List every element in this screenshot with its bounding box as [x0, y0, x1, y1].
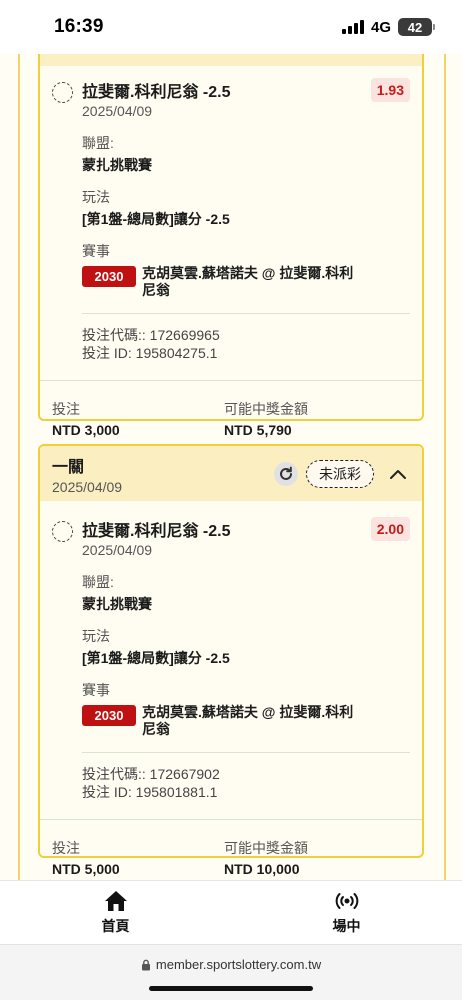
chevron-up-icon[interactable] [386, 462, 410, 486]
league-value: 蒙扎挑戰賽 [82, 157, 152, 173]
event-label: 賽事 [82, 682, 110, 698]
bet-date: 2025/04/09 [52, 478, 123, 495]
pending-status-icon [52, 521, 73, 542]
odds-badge: 2.00 [370, 517, 410, 541]
market-label: 玩法 [82, 189, 110, 205]
url-text: member.sportslottery.com.tw [155, 957, 322, 972]
payout-value: NTD 5,790 [224, 422, 292, 438]
home-icon [104, 891, 127, 911]
stake-summary: 投注 NTD 3,000 可能中獎金額 NTD 5,790 [40, 381, 422, 438]
card-header[interactable]: 一關 2025/04/09 未派彩 [40, 446, 422, 501]
bet-code: 投注代碼:: 172667902 [82, 766, 220, 782]
bottom-nav: 首頁 場中 [0, 880, 462, 944]
odds-badge: 1.93 [370, 78, 410, 102]
selection-date: 2025/04/09 [82, 542, 153, 558]
home-indicator[interactable] [149, 986, 313, 991]
payout-label: 可能中獎金額 [224, 401, 308, 417]
selection-date: 2025/04/09 [82, 103, 153, 119]
nav-live[interactable]: 場中 [231, 881, 462, 944]
bet-code: 投注代碼:: 172669965 [82, 327, 220, 343]
nav-live-label: 場中 [332, 918, 361, 934]
market-value: [第1盤-總局數]讓分 -2.5 [82, 211, 230, 227]
market-label: 玩法 [82, 628, 110, 644]
selection-name: 拉斐爾.科利尼翁 -2.5 [82, 523, 231, 540]
nav-home-label: 首頁 [101, 918, 130, 934]
selection-name: 拉斐爾.科利尼翁 -2.5 [82, 84, 231, 101]
event-name: 克胡莫雲.蘇塔諾夫 @ 拉斐爾.科利尼翁 [142, 265, 354, 298]
status-bar: 16:39 4G 42 [0, 0, 462, 54]
left-border [18, 54, 20, 880]
league-value: 蒙扎挑戰賽 [82, 596, 152, 612]
battery-icon: 42 [398, 18, 435, 36]
refresh-icon[interactable] [274, 461, 298, 486]
settlement-status-badge: 未派彩 [306, 459, 374, 488]
network-type: 4G [370, 18, 391, 36]
lock-icon [141, 959, 150, 970]
browser-url-bar[interactable]: member.sportslottery.com.tw [0, 944, 462, 1000]
bet-list[interactable]: 拉斐爾.科利尼翁 -2.5 2025/04/09 1.93 聯盟: 蒙扎挑戰賽 … [0, 54, 462, 880]
right-border [444, 54, 446, 880]
bet-selection: 拉斐爾.科利尼翁 -2.5 2025/04/09 2.00 聯盟: 蒙扎挑戰賽 … [40, 501, 422, 801]
stake-summary: 投注 NTD 5,000 可能中獎金額 NTD 10,000 [40, 820, 422, 877]
event-time-badge: 2030 [82, 266, 136, 287]
divider [82, 313, 410, 314]
event-time-badge: 2030 [82, 705, 136, 726]
bet-id: 投注 ID: 195804275.1 [82, 345, 218, 361]
status-time: 16:39 [54, 16, 104, 37]
bet-card: 拉斐爾.科利尼翁 -2.5 2025/04/09 1.93 聯盟: 蒙扎挑戰賽 … [38, 54, 424, 438]
league-label: 聯盟: [82, 574, 114, 590]
stake-value: NTD 3,000 [52, 422, 120, 438]
divider [82, 752, 410, 753]
event-name: 克胡莫雲.蘇塔諾夫 @ 拉斐爾.科利尼翁 [142, 704, 354, 737]
bet-type-title: 一關 [52, 458, 85, 476]
bet-card: 一關 2025/04/09 未派彩 拉斐爾.科利尼翁 -2.5 2025/04/… [38, 444, 424, 877]
nav-home[interactable]: 首頁 [0, 881, 231, 944]
payout-value: NTD 10,000 [224, 861, 300, 877]
payout-label: 可能中獎金額 [224, 840, 308, 856]
stake-label: 投注 [52, 401, 80, 417]
signal-icon [341, 20, 364, 34]
bet-id: 投注 ID: 195801881.1 [82, 784, 218, 800]
bet-selection: 拉斐爾.科利尼翁 -2.5 2025/04/09 1.93 聯盟: 蒙扎挑戰賽 … [40, 66, 422, 362]
event-label: 賽事 [82, 243, 110, 259]
broadcast-icon [335, 893, 358, 909]
market-value: [第1盤-總局數]讓分 -2.5 [82, 650, 230, 666]
status-indicators: 4G 42 [341, 18, 435, 36]
stake-value: NTD 5,000 [52, 861, 120, 877]
league-label: 聯盟: [82, 135, 114, 151]
card-header [40, 54, 422, 66]
pending-status-icon [52, 82, 73, 103]
stake-label: 投注 [52, 840, 80, 856]
